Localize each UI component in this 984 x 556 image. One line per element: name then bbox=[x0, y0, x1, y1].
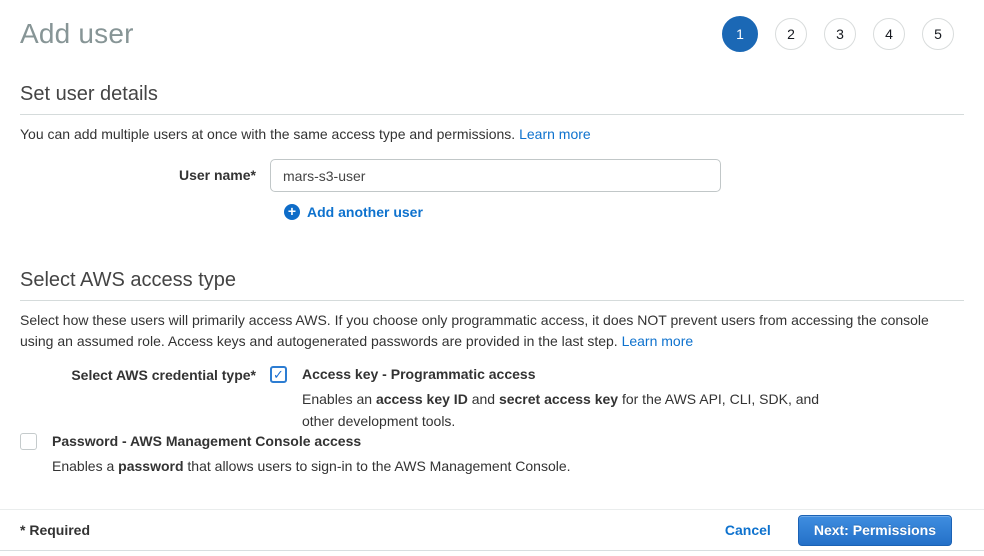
add-plus-icon: + bbox=[284, 204, 300, 220]
option-console-access: Password - AWS Management Console access… bbox=[20, 432, 964, 477]
console-access-title: Password - AWS Management Console access bbox=[52, 432, 571, 451]
step-3: 3 bbox=[824, 18, 856, 50]
checkmark-icon: ✓ bbox=[273, 368, 284, 381]
page-title: Add user bbox=[20, 18, 134, 50]
access-type-intro-text: Select how these users will primarily ac… bbox=[20, 312, 929, 349]
desc-text: and bbox=[468, 391, 499, 407]
cancel-button[interactable]: Cancel bbox=[725, 522, 771, 538]
programmatic-access-body: Access key - Programmatic access Enables… bbox=[302, 365, 847, 432]
section-divider bbox=[20, 114, 964, 115]
user-details-intro: You can add multiple users at once with … bbox=[20, 124, 964, 145]
learn-more-link-user-details[interactable]: Learn more bbox=[519, 126, 591, 142]
desc-text: that allows users to sign-in to the AWS … bbox=[184, 458, 571, 474]
step-5: 5 bbox=[922, 18, 954, 50]
programmatic-access-checkbox[interactable]: ✓ bbox=[270, 366, 287, 383]
desc-text: Enables a bbox=[52, 458, 118, 474]
required-note: * Required bbox=[20, 522, 90, 538]
add-another-user-label: Add another user bbox=[307, 204, 423, 220]
credential-type-rows: Select AWS credential type* ✓ Access key… bbox=[20, 365, 964, 477]
section-divider bbox=[20, 300, 964, 301]
credential-option-row-1: Select AWS credential type* ✓ Access key… bbox=[20, 365, 964, 432]
footer-actions: Cancel Next: Permissions bbox=[725, 515, 964, 546]
learn-more-link-access-type[interactable]: Learn more bbox=[622, 333, 694, 349]
add-user-page: Add user 1 2 3 4 5 Set user details You … bbox=[0, 0, 984, 556]
desc-text: Enables an bbox=[302, 391, 376, 407]
programmatic-access-description: Enables an access key ID and secret acce… bbox=[302, 388, 847, 432]
step-1-active: 1 bbox=[722, 16, 758, 52]
programmatic-access-title: Access key - Programmatic access bbox=[302, 365, 847, 384]
access-type-intro: Select how these users will primarily ac… bbox=[20, 310, 964, 352]
wizard-step-indicator: 1 2 3 4 5 bbox=[722, 16, 964, 52]
username-label: User name* bbox=[20, 159, 270, 192]
option-programmatic-access: ✓ Access key - Programmatic access Enabl… bbox=[270, 365, 847, 432]
desc-text-bold: password bbox=[118, 458, 183, 474]
desc-text-bold: secret access key bbox=[499, 391, 618, 407]
username-row: User name* bbox=[20, 159, 964, 192]
console-access-checkbox[interactable] bbox=[20, 433, 37, 450]
section-user-details: Set user details You can add multiple us… bbox=[20, 83, 964, 220]
access-type-heading: Select AWS access type bbox=[20, 269, 964, 291]
user-details-intro-text: You can add multiple users at once with … bbox=[20, 126, 519, 142]
section-access-type: Select AWS access type Select how these … bbox=[20, 269, 964, 477]
credential-type-label: Select AWS credential type* bbox=[20, 365, 270, 432]
step-4: 4 bbox=[873, 18, 905, 50]
wizard-footer: * Required Cancel Next: Permissions bbox=[0, 509, 984, 551]
user-details-heading: Set user details bbox=[20, 83, 964, 105]
desc-text-bold: access key ID bbox=[376, 391, 468, 407]
next-permissions-button[interactable]: Next: Permissions bbox=[798, 515, 952, 546]
page-header: Add user 1 2 3 4 5 bbox=[20, 16, 964, 52]
username-input[interactable] bbox=[270, 159, 721, 192]
add-another-user-button[interactable]: + Add another user bbox=[284, 204, 964, 220]
step-2: 2 bbox=[775, 18, 807, 50]
console-access-description: Enables a password that allows users to … bbox=[52, 455, 571, 477]
console-access-body: Password - AWS Management Console access… bbox=[52, 432, 571, 477]
